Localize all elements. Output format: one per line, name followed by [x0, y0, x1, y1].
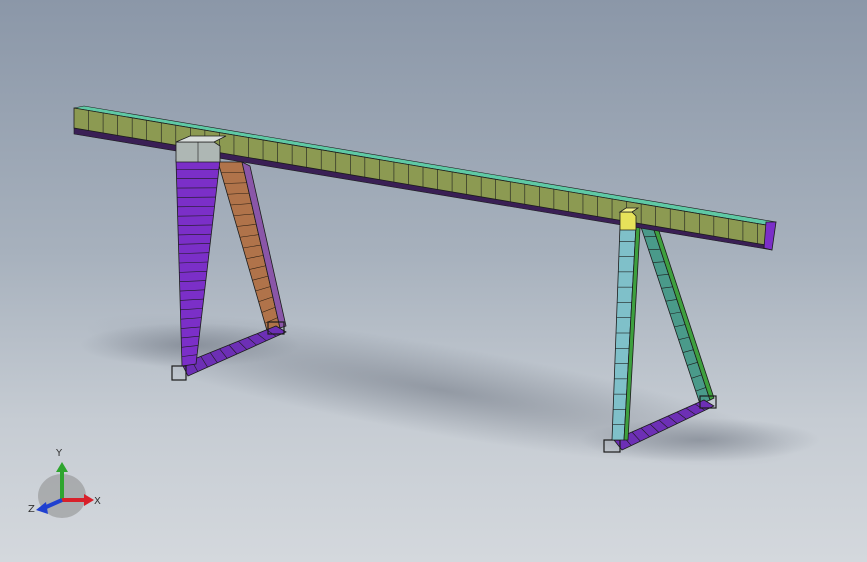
y-axis-label: Y — [55, 448, 63, 459]
right-leg-rear[interactable] — [639, 223, 715, 405]
x-axis-label: X — [94, 496, 101, 507]
left-saddle-block[interactable] — [175, 135, 227, 163]
graphics-viewport[interactable]: Y X Z — [0, 0, 867, 562]
view-orientation-triad[interactable]: Y X Z — [20, 440, 140, 560]
z-axis-label: Z — [28, 504, 35, 515]
